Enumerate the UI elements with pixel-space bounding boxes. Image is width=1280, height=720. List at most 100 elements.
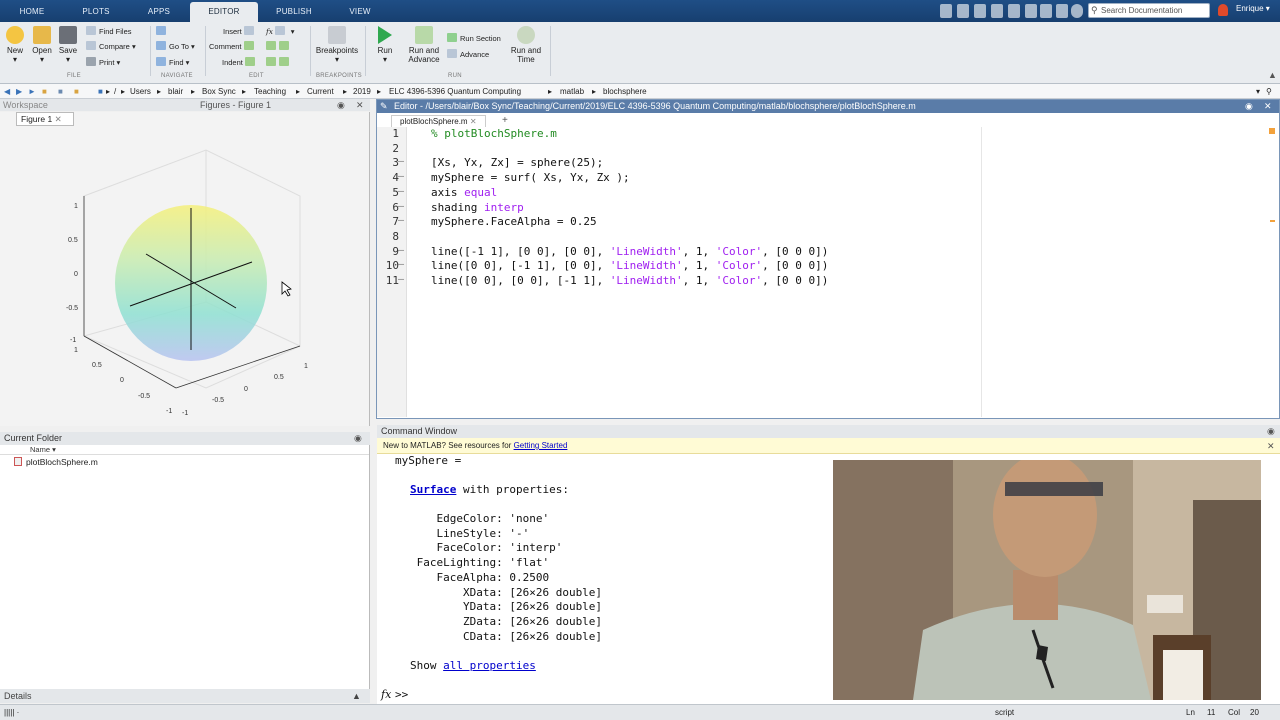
name-column-header[interactable]: Name ▾ bbox=[0, 445, 369, 455]
quick-access-cut-icon[interactable] bbox=[957, 4, 969, 18]
quick-access-layout-icon[interactable] bbox=[1056, 4, 1068, 18]
comment-button[interactable]: Comment bbox=[209, 41, 257, 53]
address-dropdown-icon[interactable]: ▾ bbox=[1256, 84, 1260, 99]
file-item[interactable]: plotBlochSphere.m bbox=[14, 456, 98, 468]
back-arrow-icon[interactable]: ◀ bbox=[4, 84, 10, 99]
all-properties-link[interactable]: all properties bbox=[443, 659, 536, 672]
run-section-button[interactable]: Run Section bbox=[447, 33, 501, 45]
folder-icon[interactable]: ■ bbox=[74, 84, 79, 99]
comment-tools-icon[interactable] bbox=[266, 41, 292, 53]
command-window-actions-icon[interactable]: ◉ bbox=[1267, 425, 1275, 437]
path-segment[interactable]: ELC 4396-5396 Quantum Computing bbox=[389, 84, 521, 99]
run-button[interactable]: Run ▾ bbox=[374, 26, 396, 64]
quick-access-copy-icon[interactable] bbox=[974, 4, 986, 18]
path-segment[interactable]: blochsphere bbox=[603, 84, 647, 99]
help-icon[interactable] bbox=[1071, 4, 1083, 18]
breakpoint-dash[interactable]: – bbox=[398, 171, 404, 182]
banner-close-icon[interactable]: ✕ bbox=[1267, 438, 1275, 454]
search-documentation-input[interactable]: ⚲ Search Documentation bbox=[1088, 3, 1210, 18]
tab-plots[interactable]: PLOTS bbox=[68, 2, 124, 22]
details-panel-header[interactable]: Details ▲ bbox=[0, 689, 370, 703]
command-window-header[interactable]: Command Window ◉ bbox=[377, 425, 1280, 438]
path-segment[interactable]: Current bbox=[307, 84, 334, 99]
editor-close-icon[interactable]: ✕ bbox=[1264, 100, 1272, 113]
fx-function-browser-icon[interactable]: fx bbox=[381, 688, 391, 701]
quick-access-paste-icon[interactable] bbox=[991, 4, 1003, 18]
save-button[interactable]: Save ▾ bbox=[57, 26, 79, 64]
tab-publish[interactable]: PUBLISH bbox=[262, 2, 326, 22]
path-segment[interactable]: Box Sync bbox=[202, 84, 236, 99]
figure-tab[interactable]: Figure 1 ✕ bbox=[16, 112, 74, 126]
breakpoint-dash[interactable]: – bbox=[398, 274, 404, 285]
path-segment[interactable]: matlab bbox=[560, 84, 584, 99]
close-tab-icon[interactable]: ✕ bbox=[55, 114, 62, 124]
open-button[interactable]: Open ▾ bbox=[30, 26, 54, 64]
user-menu[interactable]: Enrique ▾ bbox=[1236, 4, 1270, 13]
collapse-toolstrip-icon[interactable]: ▲ bbox=[1268, 70, 1277, 80]
quick-access-switch-windows-icon[interactable] bbox=[1040, 4, 1052, 18]
close-tab-icon[interactable]: ✕ bbox=[470, 117, 477, 126]
path-segment[interactable]: blair bbox=[168, 84, 183, 99]
indent-button[interactable]: Indent bbox=[222, 57, 258, 69]
breakpoint-dash[interactable]: – bbox=[398, 215, 404, 226]
forward-arrow-icon[interactable]: ▶ bbox=[16, 84, 22, 99]
up-folder-icon[interactable]: ■ bbox=[42, 84, 47, 99]
folder-actions-icon[interactable]: ◉ bbox=[354, 432, 362, 444]
new-plus-icon bbox=[6, 26, 24, 44]
path-segment[interactable]: Users bbox=[130, 84, 151, 99]
goto-button[interactable]: Go To ▾ bbox=[156, 41, 195, 53]
find-button[interactable]: Find ▾ bbox=[156, 57, 189, 69]
workspace-header[interactable]: Workspace bbox=[0, 99, 185, 111]
print-button[interactable]: Print ▾ bbox=[86, 57, 120, 69]
tab-home[interactable]: HOME bbox=[8, 2, 56, 22]
quick-access-undo-icon[interactable] bbox=[1008, 4, 1020, 18]
code-token: 'LineWidth' bbox=[609, 244, 683, 258]
close-icon[interactable]: ✕ bbox=[356, 99, 364, 111]
run-and-time-button[interactable]: Run and Time bbox=[508, 26, 544, 64]
bloch-sphere-plot[interactable]: 1 0.5 0 -0.5 -1 1 0.5 0 -0.5 -1 -1 -0.5 … bbox=[0, 126, 370, 426]
code-editor[interactable]: 1% plotBlochSphere.m 2 3– [Xs, Yx, Zx] = sp… bbox=[386, 127, 1279, 417]
editor-file-tab[interactable]: plotBlochSphere.m ✕ bbox=[391, 115, 486, 127]
command-prompt[interactable]: >> bbox=[395, 688, 408, 701]
tab-view[interactable]: VIEW bbox=[330, 2, 390, 22]
run-and-advance-button[interactable]: Run and Advance bbox=[406, 26, 442, 64]
compare-button[interactable]: Compare ▾ bbox=[86, 41, 136, 53]
breakpoint-dash[interactable]: – bbox=[398, 186, 404, 197]
breakpoints-button[interactable]: Breakpoints ▾ bbox=[314, 26, 360, 64]
code-analyzer-status-icon[interactable] bbox=[1269, 128, 1275, 134]
new-button[interactable]: New ▾ bbox=[4, 26, 26, 64]
breakpoint-dash[interactable]: – bbox=[398, 156, 404, 167]
expand-details-icon[interactable]: ▲ bbox=[352, 689, 361, 703]
find-files-button[interactable]: Find Files bbox=[86, 26, 132, 38]
path-segment[interactable]: Teaching bbox=[254, 84, 286, 99]
advance-button[interactable]: Advance bbox=[447, 49, 489, 61]
insert-function-button[interactable]: fx ▾ bbox=[266, 26, 295, 38]
back-forward-icon[interactable] bbox=[156, 26, 169, 38]
quick-access-redo-icon[interactable] bbox=[1025, 4, 1037, 18]
editor-actions-icon[interactable]: ◉ bbox=[1245, 100, 1253, 113]
path-segment[interactable]: 2019 bbox=[353, 84, 371, 99]
insert-button[interactable]: Insert bbox=[223, 26, 257, 38]
path-sep: ▸ bbox=[343, 87, 348, 96]
browse-icon[interactable]: ■ bbox=[58, 84, 63, 99]
code-analyzer-marker[interactable] bbox=[1270, 220, 1275, 222]
property-line: XData: [26×26 double] bbox=[410, 585, 603, 599]
code-token: 'Color' bbox=[715, 244, 763, 258]
breakpoint-dash[interactable]: – bbox=[398, 245, 404, 256]
notification-bell-icon[interactable] bbox=[1218, 4, 1228, 16]
code-line: line([-1 1], [0 0], [0 0], 'LineWidth', … bbox=[431, 245, 828, 260]
quick-access-save-icon[interactable] bbox=[940, 4, 952, 18]
breakpoint-dash[interactable]: – bbox=[398, 201, 404, 212]
path-segment[interactable]: / bbox=[114, 84, 116, 99]
breakpoint-dash[interactable]: – bbox=[398, 259, 404, 270]
indent-tools-icon[interactable] bbox=[266, 57, 292, 69]
tab-apps[interactable]: APPS bbox=[130, 2, 188, 22]
tab-editor[interactable]: EDITOR bbox=[190, 2, 258, 22]
search-folder-icon[interactable]: ⚲ bbox=[1266, 84, 1272, 99]
current-folder-header[interactable]: Current Folder ◉ bbox=[0, 432, 370, 445]
new-tab-plus-icon[interactable]: + bbox=[502, 115, 508, 126]
pin-icon[interactable]: ◉ bbox=[337, 99, 345, 111]
browse-folder-icon[interactable]: ► bbox=[28, 84, 36, 99]
surface-link[interactable]: Surface bbox=[410, 483, 456, 496]
getting-started-link[interactable]: Getting Started bbox=[514, 441, 568, 450]
